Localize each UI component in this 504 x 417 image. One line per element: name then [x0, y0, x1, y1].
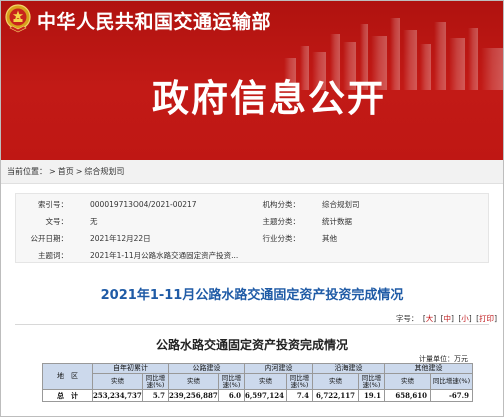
subject-value: 2021年1-11月公路水路交通固定资产投资... [90, 251, 239, 260]
group-header-inland: 内河建设 [244, 363, 313, 374]
group-header-coastal: 沿海建设 [312, 363, 385, 374]
metadata-row: 公开日期： 2021年12月22日 行业分类： 其他 [16, 230, 488, 247]
group-header-other: 其他建设 [384, 363, 473, 374]
region-header: 地 区 [42, 363, 93, 390]
metadata-row: 文号： 无 主题分类： 统计数据 [16, 213, 488, 230]
metadata-row: 主题词： 2021年1-11月公路水路交通固定资产投资... [16, 247, 488, 264]
subheader-growth: 同比增速(%) [218, 373, 245, 390]
subject-label: 主题词： [38, 251, 68, 260]
font-medium-button[interactable]: [中] [441, 314, 454, 323]
font-small-label: 小 [461, 314, 469, 323]
table-subheader-row: 实绩 同比增速(%) 实绩 同比增速(%) 实绩 同比增速(%) 实绩 同比增速… [43, 373, 473, 390]
font-small-button[interactable]: [小] [458, 314, 471, 323]
font-large-label: 大 [425, 314, 434, 323]
category-value: 综合规划司 [322, 200, 360, 209]
national-emblem-icon [5, 4, 31, 33]
inland-growth-cell: 7.4 [286, 389, 313, 402]
publish-date-label: 公开日期： [30, 234, 69, 243]
industry-label: 行业分类： [262, 234, 301, 243]
table-header-row: 地 区 自年初累计 公路建设 内河建设 沿海建设 其他建设 [42, 363, 473, 390]
table-row: 总 计 253,234,737 5.7 239,256,887 6.0 6,59… [42, 389, 473, 402]
industry-value: 其他 [322, 234, 337, 243]
region-cell: 总 计 [42, 389, 93, 402]
other-growth-cell: -67.9 [430, 389, 473, 402]
topic-value: 统计数据 [322, 217, 352, 226]
print-label: 打印 [479, 314, 495, 323]
publish-date-value: 2021年12月22日 [90, 234, 151, 243]
coastal-actual-cell: 6,722,117 [312, 389, 359, 402]
subheader-actual: 实绩 [244, 373, 287, 390]
font-size-toolbar: 字号： [大] [中] [小] [打印] [396, 313, 497, 324]
subheader-growth: 同比增速(%) [142, 373, 169, 390]
subheader-growth: 同比增速(%) [430, 373, 473, 390]
article-title: 2021年1-11月公路水路交通固定资产投资完成情况 [100, 288, 404, 303]
site-title[interactable]: 中华人民共和国交通运输部 [37, 7, 271, 34]
subheader-actual: 实绩 [168, 373, 219, 390]
category-label: 机构分类： [262, 200, 301, 209]
group-header-highway: 公路建设 [168, 363, 245, 374]
group-header-cumulative: 自年初累计 [92, 363, 169, 374]
topic-label: 主题分类： [262, 217, 301, 226]
cumulative-actual-cell: 253,234,737 [92, 389, 143, 402]
table-title: 公路水路交通固定资产投资完成情况 [155, 338, 348, 352]
coastal-growth-cell: 19.1 [358, 389, 385, 402]
content-divider [15, 324, 489, 325]
font-medium-label: 中 [443, 314, 452, 323]
highway-growth-cell: 6.0 [218, 389, 245, 402]
document-metadata-panel: 索引号： 000019713O04/2021-00217 机构分类： 综合规划司… [15, 193, 489, 263]
breadcrumb-separator: > [75, 167, 83, 176]
font-size-label: 字号： [395, 314, 419, 323]
highway-actual-cell: 239,256,887 [168, 389, 219, 402]
cumulative-growth-cell: 5.7 [142, 389, 169, 402]
subheader-actual: 实绩 [92, 373, 143, 390]
metadata-row: 索引号： 000019713O04/2021-00217 机构分类： 综合规划司 [16, 196, 488, 213]
index-label: 索引号： [38, 200, 68, 209]
page-title: 政府信息公开 [152, 77, 386, 120]
font-large-button[interactable]: [大] [423, 314, 436, 323]
investment-table: 地 区 自年初累计 公路建设 内河建设 沿海建设 其他建设 实绩 同比增速(%)… [42, 363, 473, 402]
print-button[interactable]: [打印] [476, 314, 497, 323]
breadcrumb-home-link[interactable]: 首页 [58, 167, 74, 176]
doc-number-label: 文号： [45, 217, 69, 226]
subheader-growth: 同比增速(%) [358, 373, 385, 390]
index-value: 000019713O04/2021-00217 [90, 200, 197, 209]
subheader-actual: 实绩 [312, 373, 359, 390]
other-actual-cell: 658,610 [384, 389, 431, 402]
breadcrumb: 当前位置： > 首页 > 综合规划司 [0, 160, 504, 184]
breadcrumb-prefix: 当前位置： [7, 167, 47, 176]
breadcrumb-separator: > [49, 167, 56, 176]
inland-actual-cell: 6,597,124 [244, 389, 287, 402]
header-banner: 中华人民共和国交通运输部 政府信息公开 [0, 0, 504, 160]
breadcrumb-department-link[interactable]: 综合规划司 [84, 167, 124, 176]
subheader-growth: 同比增速(%) [286, 373, 313, 390]
doc-number-value: 无 [90, 217, 98, 226]
subheader-actual: 实绩 [384, 373, 431, 390]
